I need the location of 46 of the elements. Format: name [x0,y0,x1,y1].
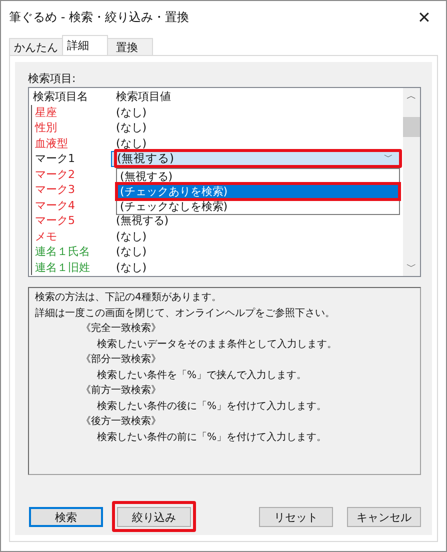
close-button[interactable]: ✕ [402,1,446,34]
item-name: マーク3 [31,182,111,198]
description-text: 検索したいデータをそのまま条件として入力します。 [96,338,338,352]
description-text: 《後方一致検索》 [80,414,162,429]
item-value: (なし) [115,260,148,275]
description-text: 《前方一致検索》 [80,384,162,398]
dialog-button[interactable]: 絞り込み [117,507,191,527]
description-text: 検索したい条件の前に「%」を付けて入力します。 [96,430,328,444]
description-text: 検索したい条件を「%」で挟んで入力します。 [96,368,308,382]
dialog-button[interactable]: キャンセル [347,507,421,527]
item-value: (なし) [115,228,148,244]
description-text: 検索の方法は、下記の4種類があります。 [35,290,222,305]
column-header: 検索項目名 [32,89,89,104]
scroll-thumb[interactable] [403,117,420,137]
tab[interactable]: かんたん [9,38,63,55]
item-name: マーク2 [31,166,111,182]
window-title: 筆ぐるめ - 検索・絞り込み・置換 [9,9,189,26]
dropdown-option[interactable]: (無視する) [117,168,399,184]
tab[interactable]: 置換 [107,38,153,55]
item-value: (無視する) [115,213,170,228]
item-name: メモ [31,228,111,244]
item-name: 性別 [31,120,111,136]
dialog-button[interactable]: リセット [259,507,333,527]
description-text: 《部分一致検索》 [80,352,162,367]
column-header: 検索項目値 [115,89,172,104]
item-name: 連名１旧姓 [31,260,111,275]
description-text: 《完全一致検索》 [80,322,162,336]
item-name: 連名１氏名 [31,244,111,260]
dialog-button[interactable]: 検索 [29,507,103,527]
scrollbar[interactable]: ︿ ﹀ [403,88,420,276]
description-text: 検索したい条件の後に「%」を付けて入力します。 [96,400,328,414]
item-value: (なし) [115,104,148,120]
item-name: マーク4 [31,198,111,213]
dropdown-option[interactable]: (チェックなしを検索) [117,198,399,214]
item-name: 星座 [31,104,111,120]
dropdown-option[interactable]: (チェックありを検索) [117,184,399,198]
scroll-down-icon[interactable]: ﹀ [403,259,420,276]
item-value: (なし) [115,136,148,151]
caret-icon: ﹀ [384,151,399,166]
item-value: (なし) [115,120,148,136]
scroll-up-icon[interactable]: ︿ [403,88,420,105]
item-name: マーク5 [31,213,111,228]
description-text: 詳細は一度この画面を閉じて、オンラインヘルプをご参照下さい。 [35,306,336,320]
item-value: (なし) [115,244,148,260]
list-label: 検索項目: [28,71,77,85]
item-name: 血液型 [31,136,111,151]
